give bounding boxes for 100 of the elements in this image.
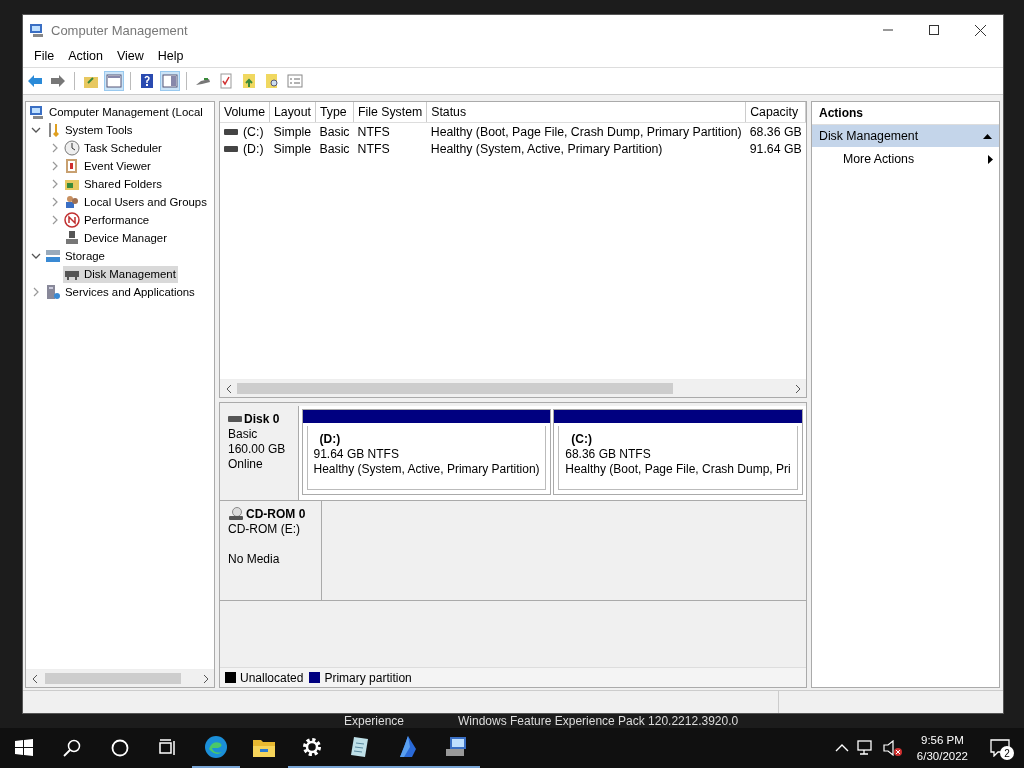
tree-item[interactable]: Storage <box>44 247 107 265</box>
search-icon <box>63 739 81 757</box>
tree-item[interactable]: Performance <box>63 211 152 229</box>
checklist-icon <box>218 73 234 89</box>
network-icon[interactable] <box>856 740 875 756</box>
partition-label: (D:) <box>318 432 342 447</box>
drive-icon <box>224 128 238 135</box>
toolbar-button[interactable] <box>160 71 180 91</box>
tree-item[interactable]: Local Users and Groups <box>63 193 209 211</box>
browser-icon <box>204 735 228 759</box>
table-cell: NTFS <box>357 124 390 139</box>
disk-name: CD-ROM 0 <box>246 507 306 521</box>
table-cell: Simple <box>273 124 312 139</box>
back-arrow-icon <box>27 73 43 89</box>
column-header[interactable]: Capacity <box>745 102 806 123</box>
tree-item[interactable]: Event Viewer <box>63 157 153 175</box>
column-header[interactable]: Volume <box>220 102 270 123</box>
scroll-left-icon[interactable] <box>224 384 233 393</box>
menu-item[interactable]: Help <box>150 49 191 63</box>
legend-label: Primary partition <box>324 670 412 685</box>
drive-icon <box>224 145 238 152</box>
column-header[interactable]: Type <box>315 102 354 123</box>
windows-logo-icon <box>15 739 33 757</box>
collapse-chevron-icon[interactable] <box>50 143 60 153</box>
server-icon <box>45 284 61 300</box>
tree-item[interactable]: Task Scheduler <box>63 139 164 157</box>
column-header[interactable]: Layout <box>269 102 316 123</box>
background-text: Windows Feature Experience Pack 120.2212.3920.0 <box>458 714 739 728</box>
scroll-right-icon[interactable] <box>793 384 802 393</box>
submenu-arrow-icon <box>988 154 993 164</box>
collapse-chevron-icon[interactable] <box>50 161 60 171</box>
notification-button[interactable]: 2 <box>982 728 1018 768</box>
clock[interactable]: 9:56 PM 6/30/2022 <box>910 732 974 764</box>
actions-section[interactable]: Disk Management <box>812 125 999 147</box>
menu-item[interactable]: View <box>109 49 151 63</box>
expand-chevron-icon[interactable] <box>31 125 41 135</box>
folder-icon <box>252 737 276 759</box>
tree-item[interactable]: Disk Management <box>63 265 178 283</box>
collapse-chevron-icon[interactable] <box>50 215 60 225</box>
tree-item[interactable]: System Tools <box>44 121 135 139</box>
menu-item[interactable]: Action <box>61 49 110 63</box>
window-title: Computer Management <box>51 22 189 38</box>
disk-type: CD-ROM (E:) <box>228 522 301 536</box>
drive-icon <box>228 416 242 422</box>
device-icon <box>64 230 80 246</box>
notification-count: 2 <box>1000 746 1014 760</box>
table-cell: Basic <box>319 124 350 139</box>
storage-icon <box>45 248 61 264</box>
background-text: Experience <box>344 714 405 728</box>
partition-size: 91.64 GB NTFS <box>313 447 400 462</box>
muted-speaker-icon[interactable] <box>882 740 903 756</box>
menu-item[interactable]: File <box>27 49 62 63</box>
collapse-chevron-icon[interactable] <box>50 197 60 207</box>
table-cell: NTFS <box>357 141 390 156</box>
computer-icon <box>444 735 468 759</box>
expand-chevron-icon[interactable] <box>31 251 41 261</box>
collapse-triangle-icon <box>983 133 992 139</box>
maximize-icon <box>929 25 939 35</box>
table-cell: (C:) <box>243 124 264 139</box>
table-cell: Healthy (Boot, Page File, Crash Dump, Primary Partition) <box>430 124 742 139</box>
toolbar-button[interactable] <box>104 71 124 91</box>
tree-item[interactable]: Shared Folders <box>63 175 164 193</box>
scroll-right-icon[interactable] <box>201 674 210 683</box>
collapse-chevron-icon[interactable] <box>50 179 60 189</box>
partition-block[interactable]: (C:) 68.36 GB NTFS Healthy (Boot, Page File, Crash Dump, Pri <box>553 409 803 495</box>
legend-label: Unallocated <box>240 670 304 685</box>
disk-name: Disk 0 <box>244 412 280 426</box>
cd-drive-icon <box>228 507 244 521</box>
collapse-chevron-icon[interactable] <box>31 287 41 297</box>
tree-item[interactable]: Device Manager <box>63 229 169 247</box>
scroll-left-icon[interactable] <box>30 674 39 683</box>
computer-icon <box>29 104 45 120</box>
table-cell: 68.36 GB <box>749 124 802 139</box>
table-cell: (D:) <box>243 141 264 156</box>
column-header[interactable]: Status <box>426 102 746 123</box>
computer-icon <box>29 22 45 38</box>
disk-status: Online <box>228 457 264 471</box>
chevron-up-icon[interactable] <box>834 744 849 752</box>
column-header[interactable]: File System <box>353 102 427 123</box>
tree-item[interactable]: Computer Management (Local <box>28 103 205 121</box>
help-icon <box>139 73 155 89</box>
action-item[interactable]: More Actions <box>812 147 999 171</box>
partition-size: 68.36 GB NTFS <box>565 447 652 462</box>
gauge-icon <box>64 212 80 228</box>
action-pane-icon <box>162 73 178 89</box>
task-view-icon <box>159 739 177 757</box>
disk-type: Basic <box>228 427 259 441</box>
horizontal-scrollbar[interactable] <box>26 669 214 687</box>
table-cell: Simple <box>273 141 312 156</box>
settings-icon <box>301 736 323 758</box>
partition-label: (C:) <box>570 432 593 447</box>
disk-size: 160.00 GB <box>228 442 287 456</box>
close-icon <box>974 24 986 36</box>
table-cell: 91.64 GB <box>749 141 802 156</box>
tree-item[interactable]: Services and Applications <box>44 283 197 301</box>
disk-status: No Media <box>228 552 281 566</box>
partition-block[interactable]: (D:) 91.64 GB NTFS Healthy (System, Active, Primary Partition) <box>301 409 552 495</box>
horizontal-scrollbar[interactable] <box>220 379 806 397</box>
log-icon <box>64 158 80 174</box>
table-cell: Healthy (System, Active, Primary Partition) <box>430 141 663 156</box>
